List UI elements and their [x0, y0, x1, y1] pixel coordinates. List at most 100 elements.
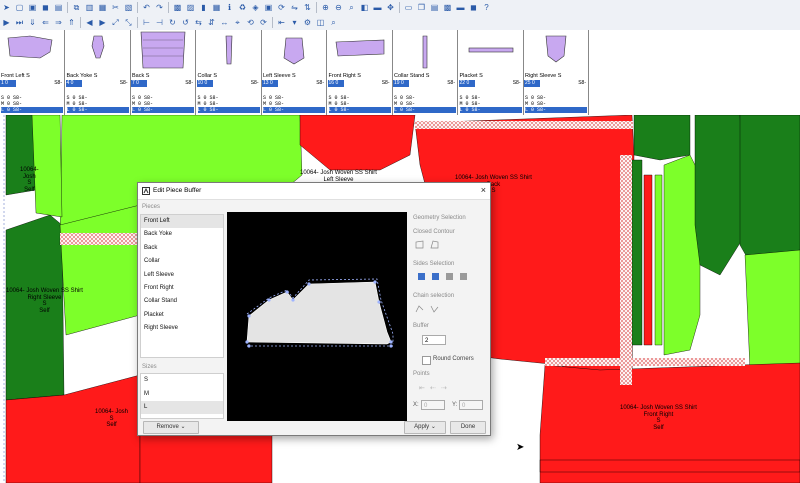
piece-thumbnail[interactable]: Back Yoke S4 0 S8- [65, 30, 131, 93]
piece-preview-canvas[interactable] [227, 212, 407, 421]
sizes-list-item[interactable]: M [141, 388, 223, 401]
pieces-list-item[interactable]: Left Sleeve [141, 269, 223, 282]
help-icon[interactable]: ? [481, 2, 492, 13]
dimension-icon[interactable]: ↔ [219, 17, 230, 28]
arrow-right-icon[interactable]: ⇒ [53, 17, 64, 28]
palette-icon[interactable]: ▩ [442, 2, 453, 13]
close-icon[interactable]: × [481, 185, 486, 195]
rotate-cw-icon[interactable]: ↻ [167, 17, 178, 28]
piece-left-sleeve-red[interactable] [299, 115, 416, 171]
piece-placket-lime[interactable] [654, 174, 663, 346]
piece-size-cell[interactable]: S 0 S8- M 0 S8- L 0 S8- [197, 93, 262, 115]
piece-lime-far-right[interactable] [744, 249, 800, 376]
piece-lime-strip[interactable] [31, 115, 63, 218]
piece-thumbnail[interactable]: Right Sleeve S 25 0 S8- [524, 30, 589, 93]
pieces-list-item[interactable]: Placket [141, 309, 223, 322]
flip-icon[interactable]: ⇋ [289, 2, 300, 13]
lock-icon[interactable]: ▣ [263, 2, 274, 13]
side-remove-icon[interactable] [445, 272, 454, 281]
side-add-icon[interactable] [431, 272, 440, 281]
piece-lime-mid[interactable] [59, 204, 141, 336]
arrow-up-icon[interactable]: ⇑ [66, 17, 77, 28]
side-select-icon[interactable] [417, 272, 426, 281]
save-icon[interactable]: ◼ [40, 2, 51, 13]
buffer-input[interactable]: 2 [422, 335, 446, 345]
refresh-icon[interactable]: ⟲ [245, 17, 256, 28]
pieces-list-item[interactable]: Front Left [141, 215, 223, 228]
dropdown-icon[interactable]: ▾ [289, 17, 300, 28]
remove-button[interactable]: Remove ⌄ [143, 421, 199, 434]
search-icon[interactable]: ⌕ [328, 17, 339, 28]
marker-icon[interactable]: ▨ [185, 2, 196, 13]
table-icon[interactable]: ▦ [211, 2, 222, 13]
layers-icon[interactable]: ◫ [315, 17, 326, 28]
align-right-icon[interactable]: ⊣ [154, 17, 165, 28]
zoom-out-icon[interactable]: ⊖ [333, 2, 344, 13]
contour-deselect-icon[interactable] [430, 240, 439, 249]
piece-green-top-right[interactable] [633, 115, 691, 161]
pieces-list-item[interactable]: Back [141, 242, 223, 255]
sizes-list-item[interactable]: L [141, 401, 223, 414]
point-first-icon[interactable]: ⇤ [419, 384, 425, 392]
compress-icon[interactable]: ⤡ [123, 17, 134, 28]
move-right-icon[interactable]: ▶ [97, 17, 108, 28]
settings-icon[interactable]: ⚙ [302, 17, 313, 28]
play-icon[interactable]: ▶ [1, 17, 12, 28]
piece-size-cell[interactable]: S 0 S8- M 0 S8- L 0 S8- [328, 93, 393, 115]
snap-icon[interactable]: ⌖ [232, 17, 243, 28]
pieces-list-item[interactable]: Collar [141, 255, 223, 268]
zoom-icon[interactable]: ⌕ [346, 2, 357, 13]
sizes-list-item[interactable]: S [141, 374, 223, 387]
piece-thumbnail[interactable]: Front Left S1 0 S8- [0, 30, 65, 93]
piece-size-cell[interactable]: S 0 S8- M 0 S8- L 0 S8- [131, 93, 196, 115]
align-left-icon[interactable]: ⊢ [141, 17, 152, 28]
piece-thumbnail[interactable]: Front Right S 16 0 S8- [327, 30, 393, 93]
arrow-left-icon[interactable]: ⇐ [40, 17, 51, 28]
step-icon[interactable]: ⏭ [14, 17, 25, 28]
pieces-list-item[interactable]: Front Right [141, 282, 223, 295]
done-button[interactable]: Done [450, 421, 486, 434]
piece-thumbnail[interactable]: Collar S 10 0 S8- [196, 30, 262, 93]
brush-icon[interactable]: ▬ [455, 2, 466, 13]
piece-size-cell[interactable]: S 0 S8- M 0 S8- L 0 S8- [262, 93, 327, 115]
piece-thumbnail[interactable]: Collar Stand S 19 0 S8- [393, 30, 458, 93]
round-corners-checkbox[interactable] [422, 356, 431, 365]
expand-icon[interactable]: ⤢ [110, 17, 121, 28]
piece-green-right-mid[interactable] [694, 115, 746, 276]
chain-deselect-icon[interactable] [430, 304, 439, 313]
window-icon[interactable]: ▭ [403, 2, 414, 13]
piece-size-cell[interactable]: S 0 S8- M 0 S8- L 0 S8- [393, 93, 458, 115]
open-icon[interactable]: ▣ [27, 2, 38, 13]
fill-icon[interactable]: ◼ [468, 2, 479, 13]
nest-icon[interactable]: ◈ [250, 2, 261, 13]
piece-size-cell[interactable]: S 0 S8- M 0 S8- L 0 S8- [0, 93, 65, 115]
redo-icon[interactable]: ↷ [154, 2, 165, 13]
flip-v-icon[interactable]: ⇵ [206, 17, 217, 28]
pan-icon[interactable]: ✥ [385, 2, 396, 13]
tile-icon[interactable]: ▤ [429, 2, 440, 13]
piece-thumbnail[interactable]: Placket S 22 0 S8- [458, 30, 524, 93]
piece-placket-red[interactable] [643, 174, 653, 346]
piece-collar-stand-green[interactable] [631, 159, 643, 346]
zoom-in-icon[interactable]: ⊕ [320, 2, 331, 13]
copy-icon[interactable]: ⧉ [71, 2, 82, 13]
recycle-icon[interactable]: ♻ [237, 2, 248, 13]
contour-select-icon[interactable] [415, 240, 424, 249]
rotate-icon[interactable]: ⟳ [276, 2, 287, 13]
dialog-title-bar[interactable]: Edit Piece Buffer × [138, 183, 490, 200]
mirror-icon[interactable]: ⇅ [302, 2, 313, 13]
sync-icon[interactable]: ⟳ [258, 17, 269, 28]
info-icon[interactable]: ℹ [224, 2, 235, 13]
fit-icon[interactable]: ◧ [359, 2, 370, 13]
piece-thumbnail[interactable]: Back S7 0 S8- [131, 30, 196, 93]
rotate-ccw-icon[interactable]: ↺ [180, 17, 191, 28]
side-clear-icon[interactable] [459, 272, 468, 281]
y-input[interactable]: 0 [459, 400, 483, 410]
export-icon[interactable]: ▧ [123, 2, 134, 13]
pointer-icon[interactable]: ➤ [1, 2, 12, 13]
piece-size-cell[interactable]: S 0 S8- M 0 S8- L 0 S8- [524, 93, 589, 115]
cut-icon[interactable]: ✂ [110, 2, 121, 13]
arrow-down-icon[interactable]: ⇓ [27, 17, 38, 28]
piece-collar-lime[interactable] [663, 154, 701, 356]
grid-icon[interactable]: ▦ [97, 2, 108, 13]
